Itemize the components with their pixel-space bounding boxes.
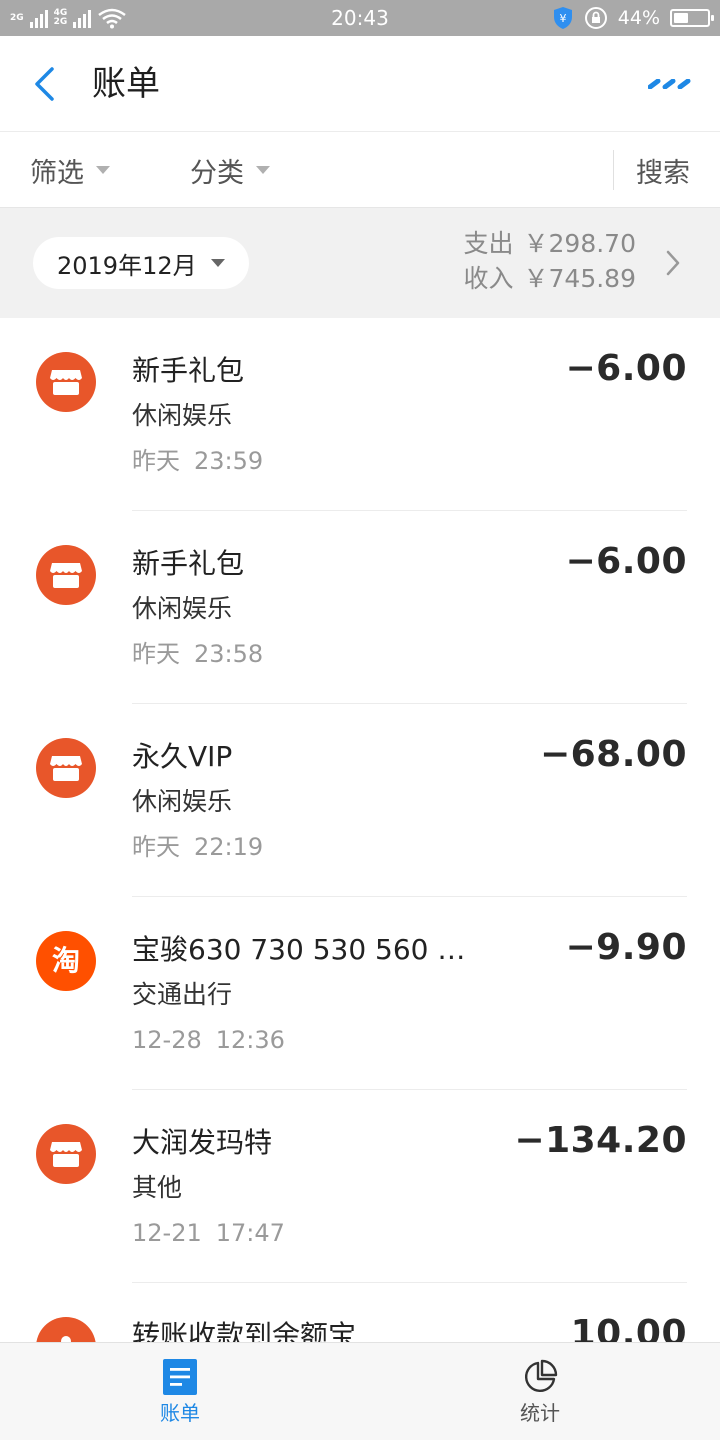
month-selector[interactable]: 2019年12月 xyxy=(33,237,249,289)
month-label: 2019年12月 xyxy=(57,251,197,280)
transaction-row[interactable]: 永久VIP 休闲娱乐 昨天 22:19 −68.00 xyxy=(0,704,720,897)
transaction-row[interactable]: 新手礼包 休闲娱乐 昨天 23:58 −6.00 xyxy=(0,511,720,704)
transaction-category: 交通出行 xyxy=(132,980,233,1009)
transaction-row[interactable]: 新手礼包 休闲娱乐 昨天 23:59 −6.00 xyxy=(0,318,720,511)
tab-stats[interactable]: 统计 xyxy=(360,1343,720,1440)
transaction-amount: −68.00 xyxy=(539,734,687,775)
bill-list-icon xyxy=(163,1359,197,1395)
filter-dropdown[interactable]: 筛选 xyxy=(30,132,110,208)
transaction-clock: 12:36 xyxy=(215,1026,285,1054)
transaction-title: 转账收款到余额宝 xyxy=(132,1319,357,1342)
transaction-day: 12-21 xyxy=(132,1219,202,1247)
transaction-day: 12-28 xyxy=(132,1026,202,1054)
page-title: 账单 xyxy=(92,64,160,104)
more-options-button[interactable] xyxy=(644,66,696,102)
bottom-nav: 账单 统计 xyxy=(0,1342,720,1440)
category-label: 分类 xyxy=(190,157,244,189)
caret-down-icon xyxy=(96,166,110,174)
income-label: 收入 xyxy=(463,264,514,293)
transaction-list[interactable]: 新手礼包 休闲娱乐 昨天 23:59 −6.00 新手礼包 休闲娱乐 昨天 23:5… xyxy=(0,318,720,1342)
store-icon xyxy=(36,352,96,412)
transaction-category: 其他 xyxy=(132,1173,183,1202)
transaction-time: 昨天 22:19 xyxy=(132,830,263,864)
tab-stats-label: 统计 xyxy=(520,1401,560,1425)
month-totals[interactable]: 支出 ￥298.70 收入 ￥745.89 xyxy=(464,226,637,296)
expense-row: 支出 ￥298.70 xyxy=(464,226,637,261)
transaction-title: 新手礼包 xyxy=(132,354,245,387)
rotation-lock-icon xyxy=(584,7,607,29)
category-dropdown[interactable]: 分类 xyxy=(190,132,270,208)
status-bar-right: ¥ 44% xyxy=(552,5,714,31)
transaction-time: 昨天 23:58 xyxy=(132,637,263,671)
transaction-clock: 17:47 xyxy=(215,1219,285,1247)
transaction-day: 昨天 xyxy=(132,833,180,861)
income-value: ￥745.89 xyxy=(523,264,636,293)
month-detail-button[interactable] xyxy=(656,246,690,280)
filter-bar: 筛选 分类 搜索 xyxy=(0,132,720,208)
chevron-right-icon xyxy=(666,250,680,276)
expense-label: 支出 xyxy=(463,229,514,258)
tab-bill[interactable]: 账单 xyxy=(0,1343,360,1440)
battery-percent: 44% xyxy=(617,7,660,29)
search-button[interactable]: 搜索 xyxy=(636,132,690,208)
transaction-category: 休闲娱乐 xyxy=(132,401,233,430)
transaction-amount: −134.20 xyxy=(514,1120,687,1161)
transaction-category: 休闲娱乐 xyxy=(132,594,233,623)
transaction-title: 永久VIP xyxy=(132,740,233,773)
income-row: 收入 ￥745.89 xyxy=(464,261,637,296)
svg-text:¥: ¥ xyxy=(559,12,566,25)
status-bar: 2G 4G 2G 20:43 ¥ 44% xyxy=(0,0,720,36)
transaction-day: 昨天 xyxy=(132,640,180,668)
back-button[interactable] xyxy=(20,60,68,108)
store-icon xyxy=(36,1124,96,1184)
transaction-row[interactable]: 大润发玛特 其他 12-21 17:47 −134.20 xyxy=(0,1090,720,1283)
month-summary-bar: 2019年12月 支出 ￥298.70 收入 ￥745.89 xyxy=(0,208,720,318)
transaction-row[interactable]: 淘 宝骏630 730 530 560 36... 交通出行 12-28 12:3… xyxy=(0,897,720,1090)
transaction-title: 新手礼包 xyxy=(132,547,245,580)
transaction-time: 12-28 12:36 xyxy=(132,1023,285,1057)
expense-value: ￥298.70 xyxy=(523,229,636,258)
transaction-clock: 23:58 xyxy=(194,640,264,668)
transfer-icon xyxy=(36,1317,96,1342)
transaction-row[interactable]: 转账收款到余额宝 10.00 xyxy=(0,1283,720,1342)
pie-chart-icon xyxy=(525,1359,558,1392)
more-dots-icon xyxy=(648,79,691,89)
transaction-clock: 22:19 xyxy=(194,833,264,861)
back-arrow-icon xyxy=(35,67,54,101)
transaction-day: 昨天 xyxy=(132,447,180,475)
transaction-time: 昨天 23:59 xyxy=(132,444,263,478)
transaction-title: 宝骏630 730 530 560 36... xyxy=(132,933,482,966)
transaction-amount: −9.90 xyxy=(565,927,687,968)
taobao-glyph: 淘 xyxy=(51,944,80,977)
transaction-amount: −6.00 xyxy=(565,348,687,389)
transaction-category: 休闲娱乐 xyxy=(132,787,233,816)
shield-icon: ¥ xyxy=(553,7,572,29)
store-icon xyxy=(36,545,96,605)
taobao-icon: 淘 xyxy=(36,931,96,991)
transaction-time: 12-21 17:47 xyxy=(132,1216,285,1250)
transaction-amount: 10.00 xyxy=(570,1313,687,1342)
battery-icon xyxy=(670,9,714,27)
caret-down-icon xyxy=(210,259,225,267)
app-header: 账单 xyxy=(0,36,720,132)
filter-divider xyxy=(613,150,614,190)
transaction-amount: −6.00 xyxy=(565,541,687,582)
transaction-clock: 23:59 xyxy=(194,447,264,475)
store-icon xyxy=(36,738,96,798)
caret-down-icon xyxy=(256,166,270,174)
filter-label: 筛选 xyxy=(30,157,84,189)
tab-bill-label: 账单 xyxy=(160,1401,200,1425)
transaction-title: 大润发玛特 xyxy=(132,1126,273,1159)
